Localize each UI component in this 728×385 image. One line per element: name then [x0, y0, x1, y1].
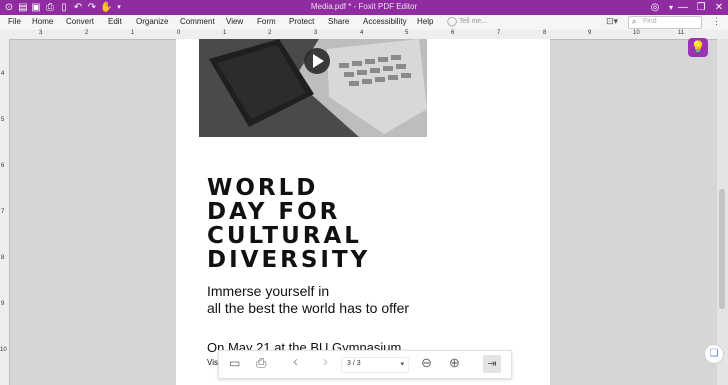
ruler-label: 1	[131, 30, 135, 36]
next-page-icon[interactable]: ›	[323, 353, 328, 370]
heading-line-3: CULTURAL	[207, 223, 362, 249]
menu-comment[interactable]: Comment	[180, 17, 215, 26]
laptop-video-thumbnail[interactable]	[199, 39, 427, 137]
vertical-ruler: 4 5 6 7 8 9 10	[0, 39, 10, 385]
ruler-label: 8	[1, 255, 5, 261]
chat-button[interactable]: ❏	[704, 344, 724, 364]
floating-page-toolbar: ▭ ⎙ ‹ › 3 / 3 ▾ ⊖ ⊕ ⇥	[218, 350, 512, 379]
heading-line-1: WORLD	[207, 175, 319, 201]
menu-home[interactable]: Home	[32, 17, 53, 26]
page-selector[interactable]: 3 / 3 ▾	[341, 357, 409, 373]
ruler-label: 10	[0, 347, 7, 353]
page-indicator: 3 / 3	[347, 360, 361, 367]
previous-page-icon[interactable]: ‹	[293, 353, 298, 370]
menu-share[interactable]: Share	[328, 17, 349, 26]
lightbulb-icon: 💡	[690, 40, 706, 54]
ruler-label: 7	[1, 209, 5, 215]
heading-line-2: DAY FOR	[207, 199, 341, 225]
save-icon[interactable]: ▭	[229, 356, 240, 370]
ruler-label: 5	[1, 117, 5, 123]
layout-icon[interactable]: ⊡▾	[606, 16, 618, 27]
scrollbar-thumb[interactable]	[719, 189, 725, 309]
more-options-icon[interactable]: ⋮	[712, 16, 721, 27]
search-icon: ⌕	[632, 17, 637, 26]
lightbulb-icon: ◯	[447, 16, 458, 26]
menu-edit[interactable]: Edit	[108, 17, 122, 26]
ruler-label: 7	[497, 30, 501, 36]
close-icon[interactable]: ✕	[712, 0, 726, 15]
ruler-label: 6	[1, 163, 5, 169]
menu-protect[interactable]: Protect	[289, 17, 314, 26]
ruler-label: 9	[1, 301, 5, 307]
menu-help[interactable]: Help	[417, 17, 433, 26]
exit-icon[interactable]: ⇥	[483, 355, 501, 373]
menu-form[interactable]: Form	[257, 17, 276, 26]
ruler-label: 4	[360, 30, 364, 36]
zoom-out-icon[interactable]: ⊖	[421, 355, 432, 371]
visit-line: Vis	[207, 358, 218, 367]
ruler-label: 3	[314, 30, 318, 36]
chat-icon: ❏	[709, 348, 719, 359]
menu-view[interactable]: View	[226, 17, 243, 26]
ruler-label: 6	[451, 30, 455, 36]
subheading-line-1: Immerse yourself in	[207, 283, 330, 299]
ruler-label: 4	[1, 71, 5, 77]
ruler-label: 9	[588, 30, 592, 36]
document-page: WORLD DAY FOR CULTURAL DIVERSITY Immerse…	[176, 39, 550, 385]
ruler-label: 10	[633, 30, 640, 36]
ai-assistant-button[interactable]: 💡	[688, 38, 708, 57]
print-icon[interactable]: ⎙	[256, 355, 266, 371]
chevron-down-icon: ▾	[400, 361, 404, 368]
ruler-label: 5	[405, 30, 409, 36]
ruler-label: 2	[268, 30, 272, 36]
menu-organize[interactable]: Organize	[136, 17, 168, 26]
find-placeholder: Find	[643, 18, 657, 25]
subheading-line-2: all the best the world has to offer	[207, 300, 410, 316]
restore-icon[interactable]: ❐	[694, 0, 708, 15]
heading-line-4: DIVERSITY	[207, 247, 371, 273]
ruler-label: 1	[223, 30, 227, 36]
menu-accessibility[interactable]: Accessibility	[363, 17, 407, 26]
menu-bar: File Home Convert Edit Organize Comment …	[0, 15, 728, 31]
tell-me-search[interactable]: ◯ Tell me...	[446, 16, 494, 28]
minimize-icon[interactable]: —	[676, 0, 690, 15]
menu-file[interactable]: File	[8, 17, 21, 26]
account-icon[interactable]: ◎	[648, 0, 662, 15]
ruler-label: 0	[177, 30, 181, 36]
find-input[interactable]: ⌕ Find	[628, 16, 702, 29]
vertical-scrollbar[interactable]	[717, 39, 728, 385]
ruler-label: 8	[543, 30, 547, 36]
title-bar: ⊙ ▤ ▣ ⎙ ▯ ↶ ↷ ✋ ▾ Media.pdf * - Foxit PD…	[0, 0, 728, 15]
laptop-photo-icon	[199, 39, 427, 137]
ruler-label: 11	[678, 30, 685, 36]
ruler-label: 3	[39, 30, 43, 36]
window-title: Media.pdf * - Foxit PDF Editor	[310, 2, 418, 11]
zoom-in-icon[interactable]: ⊕	[449, 355, 460, 371]
menu-convert[interactable]: Convert	[66, 17, 94, 26]
tell-me-placeholder: Tell me...	[459, 18, 488, 25]
ruler-label: 2	[85, 30, 89, 36]
